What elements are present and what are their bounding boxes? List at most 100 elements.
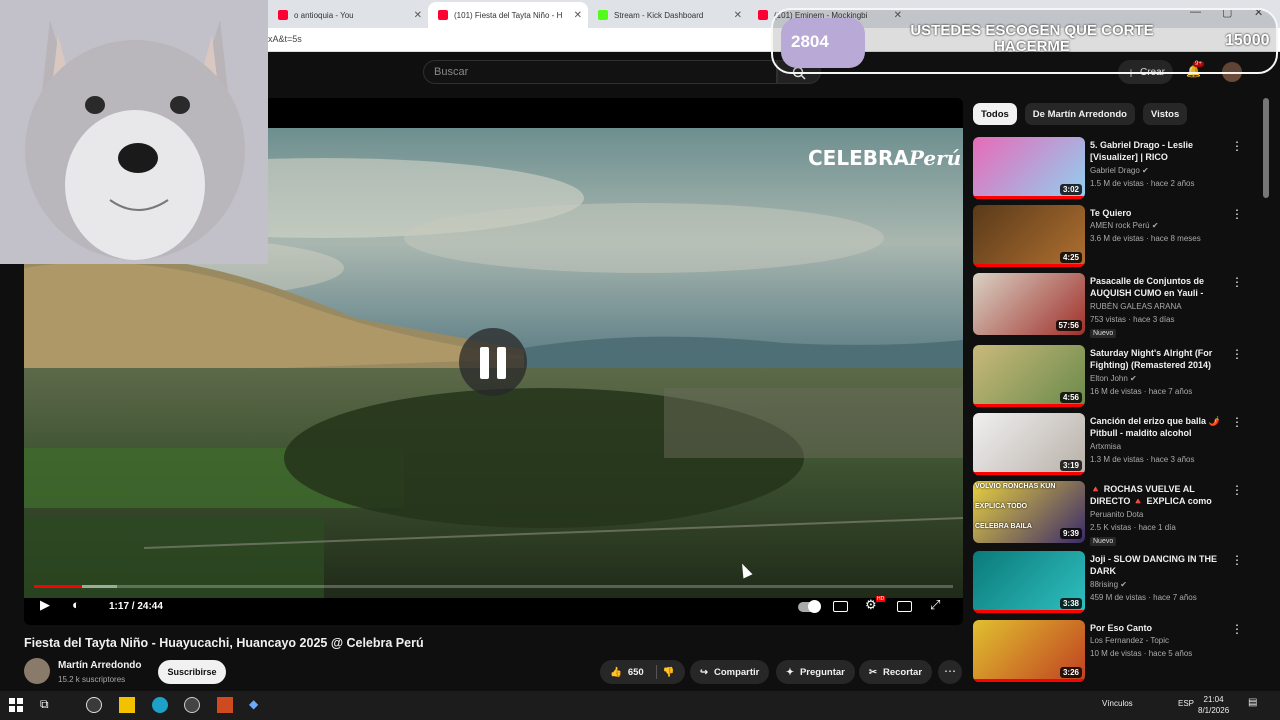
tab-close-icon[interactable]: ✕ [414, 10, 422, 21]
recommendation-title[interactable]: Pasacalle de Conjuntos de AUQUISH CUMO e… [1090, 275, 1226, 300]
more-options-icon[interactable]: ⋮ [1231, 207, 1243, 221]
recommendation-channel[interactable]: RUBÉN GALEAS ARANA [1090, 302, 1182, 311]
recommendation-item[interactable]: 4:56 Saturday Night's Alright (For Fighti… [973, 345, 1253, 409]
browser-tab[interactable]: Stream - Kick Dashboard ✕ [588, 2, 748, 28]
time-display: 1:17 / 24:44 [109, 601, 163, 612]
recommendation-title[interactable]: 5. Gabriel Drago - Leslie [Visualizer] |… [1090, 139, 1226, 163]
fullscreen-icon[interactable]: ⤢ [930, 597, 940, 613]
recommendation-title[interactable]: Por Eso Canto [1090, 622, 1226, 634]
like-button[interactable]: 👍 650 👎 [600, 660, 685, 684]
recommendation-item[interactable]: 3:26 Por Eso Canto Los Fernandez - Topic 10… [973, 620, 1253, 684]
duration-badge: 4:25 [1059, 252, 1082, 263]
more-options-icon[interactable]: ⋮ [1231, 553, 1243, 567]
browser-tab[interactable]: (101) Fiesta del Tayta Niño - H ✕ [428, 2, 588, 28]
subscriber-count: 15.2 k suscriptores [58, 675, 126, 684]
share-button[interactable]: ↪ Compartir [690, 660, 770, 684]
more-options-icon[interactable]: ⋮ [1231, 275, 1243, 289]
thumbnail-text: EXPLICA TODO [975, 503, 1028, 510]
filter-chip[interactable]: Vistos [1142, 103, 1188, 125]
clip-label: Recortar [882, 666, 923, 678]
volume-icon[interactable]: ◐ [72, 597, 80, 612]
filter-chip[interactable]: De Martín Arredondo [1024, 103, 1135, 125]
pause-overlay-icon[interactable] [459, 328, 527, 396]
watched-progress [973, 472, 1085, 475]
recommendation-channel[interactable]: Artxmisa [1090, 442, 1121, 451]
windows-start-icon[interactable] [8, 697, 24, 713]
recommendation-channel[interactable]: AMEN rock Perú ✔ [1090, 221, 1159, 230]
more-options-icon[interactable]: ⋮ [1231, 622, 1243, 636]
more-actions-icon[interactable]: ⋯ [938, 660, 962, 684]
recommendation-item[interactable]: 57:56 Pasacalle de Conjuntos de AUQUISH C… [973, 273, 1253, 338]
new-badge: Nuevo [1090, 329, 1117, 338]
subtitles-icon[interactable] [833, 601, 848, 612]
task-view-icon[interactable]: ⧉ [40, 697, 56, 713]
edge-browser-icon[interactable] [152, 697, 168, 713]
recommendation-channel[interactable]: Elton John ✔ [1090, 374, 1137, 383]
tab-close-icon[interactable]: ✕ [574, 10, 582, 21]
tray-links[interactable]: Vínculos [1102, 699, 1133, 708]
like-count: 650 [627, 666, 644, 678]
video-thumbnail[interactable]: VOLVIO RONCHAS KUN EXPLICA TODO CELEBRA BA… [973, 481, 1085, 543]
recommendation-item[interactable]: 4:25 Te Quiero AMEN rock Perú ✔ 3.6 M de vi… [973, 205, 1253, 269]
video-thumbnail[interactable]: 4:25 [973, 205, 1085, 267]
miniplayer-icon[interactable] [897, 601, 912, 612]
steam-icon[interactable]: ◆ [249, 697, 265, 713]
more-options-icon[interactable]: ⋮ [1231, 347, 1243, 361]
progress-bar[interactable] [34, 585, 953, 588]
clock-date: 8/1/2026 [1198, 706, 1230, 715]
recommendation-meta: 10 M de vistas · hace 5 años [1090, 649, 1193, 658]
autoplay-toggle[interactable] [798, 600, 821, 613]
tab-favicon-icon [758, 10, 768, 20]
app-icon[interactable] [86, 697, 102, 713]
recommendation-channel[interactable]: Gabriel Drago ✔ [1090, 166, 1149, 175]
ask-button[interactable]: ✦ Preguntar [776, 660, 855, 684]
obs-icon[interactable] [184, 697, 200, 713]
verified-icon: ✔ [1130, 374, 1137, 383]
clip-button[interactable]: ✂ Recortar [859, 660, 933, 684]
video-thumbnail[interactable]: 57:56 [973, 273, 1085, 335]
browser-tab[interactable]: o antioquia - You ✕ [268, 2, 428, 28]
screen: { "browser": { "tabs": [ {"title": "o an… [0, 0, 1280, 720]
thumbs-down-icon[interactable]: 👎 [663, 667, 675, 678]
player-controls: ▶ ◐ 1:17 / 24:44 ⚙ HD ⤢ [24, 594, 963, 622]
recommendation-item[interactable]: 3:19 Canción del erizo que balla 🌶️ Pitbu… [973, 413, 1253, 477]
video-title: Fiesta del Tayta Niño - Huayucachi, Huan… [24, 636, 424, 650]
scrollbar-thumb[interactable] [1263, 98, 1269, 198]
recommendation-channel[interactable]: Los Fernandez - Topic [1090, 636, 1169, 645]
clock[interactable]: 21:04 8/1/2026 [1198, 694, 1229, 716]
filter-chips: Todos De Martín Arredondo Vistos [973, 103, 1188, 125]
recommendation-item[interactable]: 3:02 5. Gabriel Drago - Leslie [Visualize… [973, 137, 1253, 201]
recommendation-channel[interactable]: 88rising ✔ [1090, 580, 1127, 589]
video-thumbnail[interactable]: 3:38 [973, 551, 1085, 613]
recommendation-item[interactable]: VOLVIO RONCHAS KUN EXPLICA TODO CELEBRA BA… [973, 481, 1253, 546]
filter-chip[interactable]: Todos [973, 103, 1017, 125]
recommendation-title[interactable]: Joji - SLOW DANCING IN THE DARK [1090, 553, 1226, 577]
more-options-icon[interactable]: ⋮ [1231, 139, 1243, 153]
subscribe-button[interactable]: Suscribirse [158, 660, 226, 684]
more-options-icon[interactable]: ⋮ [1231, 415, 1243, 429]
video-thumbnail[interactable]: 3:19 [973, 413, 1085, 475]
video-thumbnail[interactable]: 3:02 [973, 137, 1085, 199]
tab-close-icon[interactable]: ✕ [734, 10, 742, 21]
video-thumbnail[interactable]: 3:26 [973, 620, 1085, 682]
recommendation-item[interactable]: 3:38 Joji - SLOW DANCING IN THE DARK 88ris… [973, 551, 1253, 615]
scrollbar[interactable] [1262, 98, 1270, 688]
recommendation-title[interactable]: 🔺 ROCHAS VUELVE AL DIRECTO 🔺 EXPLICA com… [1090, 483, 1226, 508]
file-explorer-icon[interactable] [119, 697, 135, 713]
more-options-icon[interactable]: ⋮ [1231, 483, 1243, 497]
video-thumbnail[interactable]: 4:56 [973, 345, 1085, 407]
windows-taskbar: ⧉ ◆ Vínculos ESP 21:04 8/1/2026 ▤ [0, 691, 1280, 720]
recommendation-channel[interactable]: Peruanito Dota [1090, 510, 1143, 519]
recommendation-title[interactable]: Canción del erizo que balla 🌶️ Pitbull -… [1090, 415, 1226, 439]
play-icon[interactable]: ▶ [40, 597, 50, 613]
language-indicator[interactable]: ESP [1178, 699, 1194, 708]
recommendation-title[interactable]: Te Quiero [1090, 207, 1226, 219]
recommendation-title[interactable]: Saturday Night's Alright (For Fighting) … [1090, 347, 1226, 371]
settings-gear-icon[interactable]: ⚙ [865, 597, 877, 613]
overlay-title: USTEDES ESCOGEN QUE CORTE HACERME [910, 22, 1154, 55]
channel-name[interactable]: Martín Arredondo [58, 660, 142, 671]
notifications-icon[interactable]: ▤ [1248, 697, 1257, 708]
search-input[interactable]: Buscar [423, 60, 777, 84]
app-orange-icon[interactable] [217, 697, 233, 713]
channel-avatar[interactable] [24, 658, 50, 684]
